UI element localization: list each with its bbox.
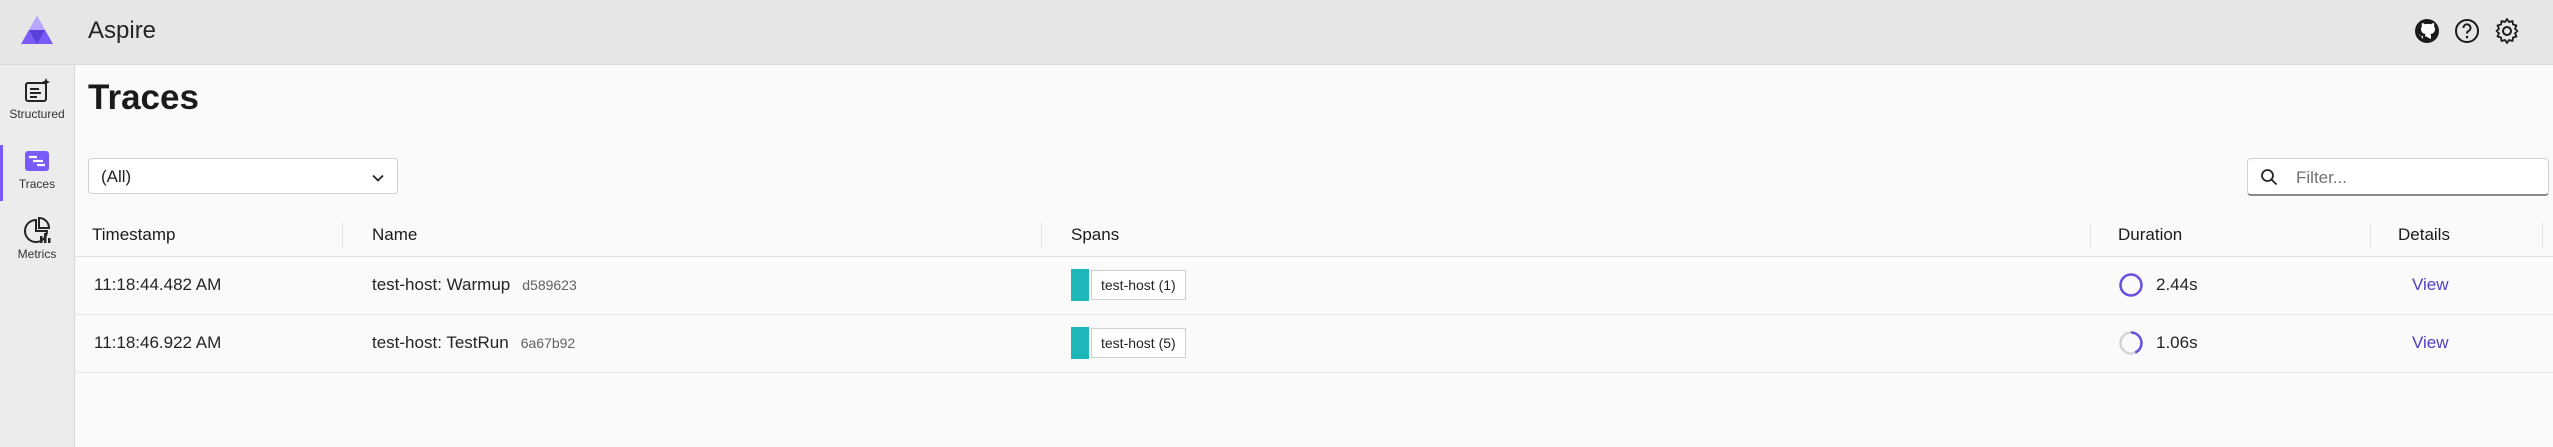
github-icon[interactable] [2413,17,2441,45]
table-row: 11:18:44.482 AM test-host: Warmup d589623… [74,257,2553,315]
table-header: Timestamp Name Spans Duration Details [74,214,2553,257]
span-label: test-host (1) [1091,270,1186,300]
help-icon[interactable] [2453,17,2481,45]
structured-logs-icon [25,78,50,102]
sidebar-item-label: Structured [9,107,65,121]
filter-input[interactable] [2294,165,2538,191]
trace-name: test-host: Warmup [372,275,511,294]
column-header-name[interactable]: Name [372,225,417,245]
timestamp-cell: 11:18:44.482 AM [94,275,222,294]
name-cell: test-host: Warmup d589623 [372,275,577,295]
view-details-link[interactable]: View [2412,275,2449,295]
resource-select[interactable]: (All) [88,158,398,194]
aspire-logo-icon[interactable] [20,15,54,45]
duration-cell: 2.44s [2156,275,2198,294]
app-title[interactable]: Aspire [88,17,156,45]
trace-id: d589623 [522,277,577,293]
sidebar-item-metrics[interactable]: Metrics [0,209,74,277]
column-header-spans[interactable]: Spans [1071,225,1119,245]
column-divider[interactable] [342,222,343,248]
metrics-icon [24,217,51,243]
column-header-duration[interactable]: Duration [2118,225,2182,245]
span-chip[interactable]: test-host (5) [1071,327,1186,359]
sidebar-item-label: Traces [18,177,56,191]
column-header-timestamp[interactable]: Timestamp [92,225,175,245]
span-label: test-host (5) [1091,328,1186,358]
traces-icon [25,151,49,171]
column-divider[interactable] [2542,222,2543,248]
duration-ring-icon [2119,331,2143,355]
chevron-down-icon [372,174,384,182]
search-icon [2261,169,2278,186]
timestamp-cell: 11:18:46.922 AM [94,333,222,352]
column-divider[interactable] [2090,222,2091,248]
settings-icon[interactable] [2493,17,2521,45]
resource-select-value: (All) [101,167,132,186]
sidebar-item-label: Metrics [17,247,57,261]
filter-field[interactable] [2247,158,2549,196]
span-bar [1071,269,1089,301]
view-details-link[interactable]: View [2412,333,2449,353]
column-divider[interactable] [1041,222,1042,248]
page-title: Traces [88,78,199,117]
name-cell: test-host: TestRun 6a67b92 [372,333,575,353]
traces-table: Timestamp Name Spans Duration Details 11… [74,214,2553,373]
sidebar-item-structured[interactable]: Structured [0,69,74,137]
duration-cell: 1.06s [2156,333,2198,352]
table-row: 11:18:46.922 AM test-host: TestRun 6a67b9… [74,315,2553,373]
column-divider[interactable] [2370,222,2371,248]
duration-ring-icon [2119,273,2143,297]
span-bar [1071,327,1089,359]
span-chip[interactable]: test-host (1) [1071,269,1186,301]
trace-name: test-host: TestRun [372,333,509,352]
top-header: Aspire [0,0,2553,65]
sidebar: Structured Traces Metrics [0,65,75,447]
column-header-details[interactable]: Details [2398,225,2450,245]
sidebar-item-traces[interactable]: Traces [0,139,74,207]
trace-id: 6a67b92 [520,335,576,351]
